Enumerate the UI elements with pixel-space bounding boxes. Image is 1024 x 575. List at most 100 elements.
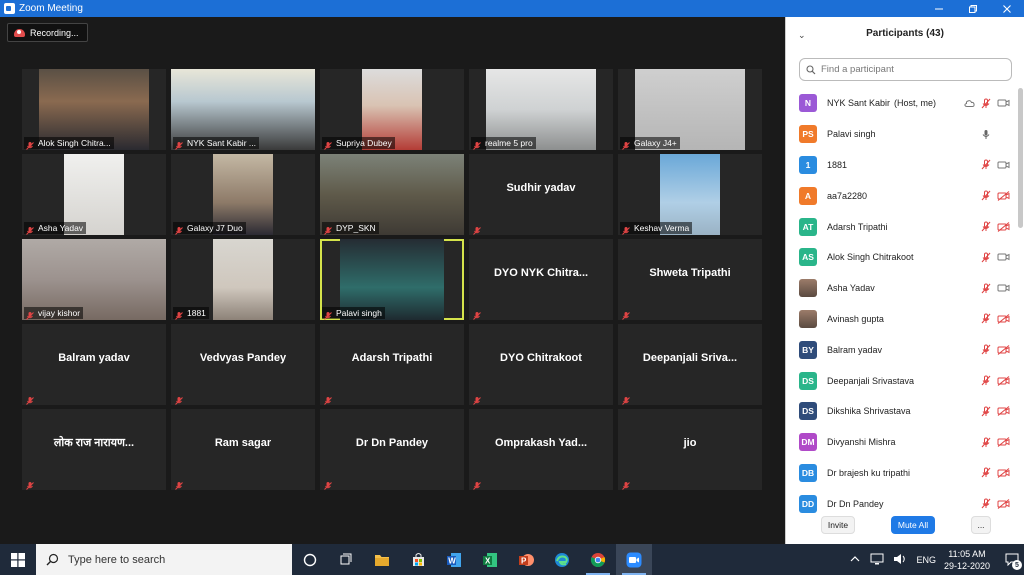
- video-tile[interactable]: Palavi singh: [320, 239, 464, 320]
- camera-icon: [997, 160, 1010, 170]
- start-button[interactable]: [0, 544, 36, 575]
- video-tile[interactable]: vijay kishor: [22, 239, 166, 320]
- taskbar-search[interactable]: [36, 544, 292, 575]
- network-button[interactable]: [870, 553, 884, 567]
- muted-mic-icon: [472, 138, 482, 150]
- muted-mic-icon: [323, 393, 333, 405]
- participant-row[interactable]: DS Deepanjali Srivastava: [786, 365, 1018, 396]
- avatar: DM: [799, 433, 817, 452]
- video-tile[interactable]: DYP_SKN: [320, 154, 464, 235]
- participant-role-tag: (Host, me): [894, 98, 937, 109]
- participant-row[interactable]: N NYK Sant Kabir (Host, me): [786, 88, 1018, 119]
- video-tile[interactable]: Asha Yadav: [22, 154, 166, 235]
- task-view-icon: [340, 553, 352, 564]
- video-tile[interactable]: jio: [618, 409, 762, 490]
- word-button[interactable]: W: [436, 544, 472, 575]
- video-tile[interactable]: Alok Singh Chitra...: [22, 69, 166, 150]
- clock[interactable]: 11:05 AM 29-12-2020: [944, 548, 990, 572]
- participant-row[interactable]: PS Palavi singh: [786, 119, 1018, 150]
- restore-button[interactable]: [956, 0, 990, 17]
- participant-row[interactable]: Avinash gupta: [786, 304, 1018, 335]
- participant-row[interactable]: Aaa7a2280: [786, 180, 1018, 211]
- participant-row[interactable]: DS Dikshika Shrivastava: [786, 396, 1018, 427]
- video-tile[interactable]: Shweta Tripathi: [618, 239, 762, 320]
- video-tile[interactable]: Dr Dn Pandey: [320, 409, 464, 490]
- minimize-button[interactable]: [922, 0, 956, 17]
- participant-list-scrollbar[interactable]: [1018, 88, 1023, 228]
- tile-display-name: Shweta Tripathi: [649, 266, 731, 279]
- more-options-button[interactable]: ...: [971, 516, 991, 534]
- cortana-button[interactable]: [292, 544, 328, 575]
- powerpoint-button[interactable]: P: [508, 544, 544, 575]
- participant-row[interactable]: AS Alok Singh Chitrakoot: [786, 242, 1018, 273]
- volume-button[interactable]: [893, 553, 907, 567]
- excel-button[interactable]: X: [472, 544, 508, 575]
- store-button[interactable]: [400, 544, 436, 575]
- avatar: PS: [799, 125, 817, 144]
- language-indicator[interactable]: ENG: [916, 555, 936, 565]
- edge-icon: [555, 552, 569, 567]
- video-tile[interactable]: Omprakash Yad...: [469, 409, 613, 490]
- video-tile[interactable]: Ram sagar: [171, 409, 315, 490]
- zoom-button[interactable]: [616, 544, 652, 575]
- tile-display-name: Deepanjali Sriva...: [642, 351, 738, 364]
- word-icon: W: [447, 552, 461, 567]
- participant-row[interactable]: DD Dr Dn Pandey: [786, 488, 1018, 519]
- file-explorer-button[interactable]: [364, 544, 400, 575]
- tile-display-name: Ram sagar: [214, 436, 272, 449]
- title-bar: Zoom Meeting: [0, 0, 1024, 17]
- chrome-button[interactable]: [580, 544, 616, 575]
- tile-display-name: DYO NYK Chitra...: [493, 266, 589, 279]
- participant-search[interactable]: [799, 58, 1012, 81]
- participant-row[interactable]: AT Adarsh Tripathi: [786, 211, 1018, 242]
- participant-status: [981, 488, 1018, 519]
- video-tile[interactable]: NYK Sant Kabir ...: [171, 69, 315, 150]
- video-tile[interactable]: Balram yadav: [22, 324, 166, 405]
- file-explorer-icon: [375, 554, 389, 566]
- video-tile[interactable]: 1881: [171, 239, 315, 320]
- mic-muted-icon: [981, 159, 991, 170]
- mute-all-button[interactable]: Mute All: [891, 516, 935, 534]
- video-tile[interactable]: realme 5 pro: [469, 69, 613, 150]
- edge-button[interactable]: [544, 544, 580, 575]
- participant-row[interactable]: Asha Yadav: [786, 273, 1018, 304]
- video-tile[interactable]: Keshav Verma: [618, 154, 762, 235]
- camera-off-icon: [997, 190, 1010, 201]
- participant-status: [981, 304, 1018, 335]
- video-tile[interactable]: DYO Chitrakoot: [469, 324, 613, 405]
- video-tile[interactable]: Vedvyas Pandey: [171, 324, 315, 405]
- video-tile[interactable]: Deepanjali Sriva...: [618, 324, 762, 405]
- video-tile[interactable]: Galaxy J7 Duo: [171, 154, 315, 235]
- participant-row[interactable]: 1 1881: [786, 150, 1018, 181]
- video-tile[interactable]: Sudhir yadav: [469, 154, 613, 235]
- participant-row[interactable]: DM Divyanshi Mishra: [786, 427, 1018, 458]
- panel-footer: Invite Mute All ...: [786, 516, 1024, 536]
- participant-name: Dr brajesh ku tripathi: [827, 467, 911, 478]
- camera-off-icon: [997, 314, 1010, 324]
- muted-mic-icon: [323, 308, 333, 320]
- participant-row[interactable]: BY Balram yadav: [786, 334, 1018, 365]
- action-center-button[interactable]: 5: [1000, 544, 1024, 575]
- camera-off-icon: [997, 437, 1010, 448]
- network-icon: [870, 553, 884, 564]
- video-tile[interactable]: Supriya Dubey: [320, 69, 464, 150]
- show-hidden-icons-button[interactable]: [850, 555, 860, 565]
- window-title: Zoom Meeting: [19, 3, 83, 14]
- video-tile[interactable]: DYO NYK Chitra...: [469, 239, 613, 320]
- invite-button[interactable]: Invite: [821, 516, 855, 534]
- camera-off-icon: [997, 221, 1010, 232]
- video-tile[interactable]: Galaxy J4+: [618, 69, 762, 150]
- participant-row[interactable]: DB Dr brajesh ku tripathi: [786, 458, 1018, 489]
- video-tile[interactable]: लोक राज नारायण...: [22, 409, 166, 490]
- taskbar-search-input[interactable]: [68, 553, 268, 566]
- video-tile[interactable]: Adarsh Tripathi: [320, 324, 464, 405]
- close-button[interactable]: [990, 0, 1024, 17]
- avatar: [799, 309, 817, 328]
- gallery-grid: Alok Singh Chitra... NYK Sant Kabir ... Su…: [22, 69, 764, 490]
- recording-indicator[interactable]: Recording...: [7, 23, 88, 42]
- participant-status: [981, 211, 1018, 242]
- participant-search-input[interactable]: [821, 64, 1001, 75]
- clock-date: 29-12-2020: [943, 560, 990, 571]
- participant-status: [981, 427, 1018, 458]
- task-view-button[interactable]: [328, 544, 364, 575]
